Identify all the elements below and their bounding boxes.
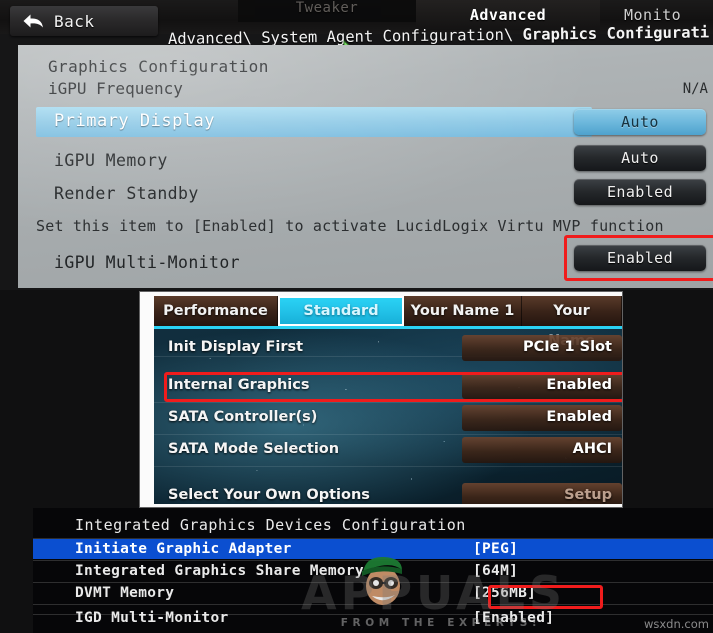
row-render-standby-label: Render Standby xyxy=(54,184,199,203)
row-igpu-memory-label: iGPU Memory xyxy=(54,151,168,170)
row-internal-graphics-label: Internal Graphics xyxy=(168,377,310,393)
row-sata-mode-selection[interactable]: SATA Mode Selection AHCI xyxy=(154,436,622,466)
row-sata-mode-selection-label: SATA Mode Selection xyxy=(168,441,340,457)
tab-tweaker[interactable]: Tweaker xyxy=(238,0,416,22)
row-select-your-own-options-label: Select Your Own Options xyxy=(168,487,370,503)
ami-bios-panel: Integrated Graphics Devices Configuratio… xyxy=(33,508,713,633)
row-initiate-graphic-adapter-value: [PEG] xyxy=(473,541,519,557)
gigabyte-uefi-panel: Tweaker Advanced Monito Back Advanced\ S… xyxy=(0,0,713,290)
row-primary-display-label: Primary Display xyxy=(54,111,216,131)
value-render-standby[interactable]: Enabled xyxy=(574,179,706,205)
row-primary-display[interactable]: Primary Display xyxy=(36,107,592,137)
row-init-display-first-label: Init Display First xyxy=(168,339,304,355)
tab-your-name-1[interactable]: Your Name 1 xyxy=(404,296,522,326)
row-init-display-first-value: PCIe 1 Slot xyxy=(523,339,612,355)
row-sata-controllers[interactable]: SATA Controller(s) Enabled xyxy=(154,404,622,434)
value-igpu-multi-monitor[interactable]: Enabled xyxy=(574,245,706,271)
row-init-display-first[interactable]: Init Display First PCIe 1 Slot xyxy=(154,334,622,364)
row-sata-controllers-value: Enabled xyxy=(546,409,612,425)
asus-profile-tabs: Performance Standard Your Name 1 Your Na… xyxy=(154,296,622,349)
watermark-brand: APPUALS xyxy=(301,566,567,620)
row-initiate-graphic-adapter-label: Initiate Graphic Adapter xyxy=(75,541,292,557)
asus-panel-inner: Performance Standard Your Name 1 Your Na… xyxy=(154,296,622,504)
breadcrumb-current: Graphics Configurati xyxy=(522,23,710,44)
back-button-label: Back xyxy=(54,11,95,31)
row-internal-graphics-value: Enabled xyxy=(546,377,612,393)
help-text: Set this item to [Enabled] to activate L… xyxy=(36,217,664,235)
asus-uefi-panel: Performance Standard Your Name 1 Your Na… xyxy=(140,292,622,507)
tab-performance[interactable]: Performance xyxy=(154,296,278,326)
watermark-site: wsxdn.com xyxy=(643,617,709,631)
row-divider xyxy=(154,466,622,467)
row-select-your-own-options[interactable]: Select Your Own Options Setup xyxy=(154,482,622,504)
uefi-settings-body: Graphics Configuration iGPU Frequency N/… xyxy=(18,45,713,288)
graphics-configuration-header: Graphics Configuration xyxy=(48,57,269,76)
igpu-frequency-value: N/A xyxy=(682,81,708,97)
row-divider xyxy=(154,402,622,403)
watermark-tagline: FROM THE EXPERTS! xyxy=(340,617,542,629)
row-igd-multi-monitor-label: IGD Multi-Monitor xyxy=(75,610,229,626)
row-sata-controllers-label: SATA Controller(s) xyxy=(168,409,318,425)
ami-header: Integrated Graphics Devices Configuratio… xyxy=(75,516,466,534)
row-select-your-own-options-value: Setup xyxy=(564,487,612,503)
tab-standard[interactable]: Standard xyxy=(278,296,404,326)
screenshot-root: Tweaker Advanced Monito Back Advanced\ S… xyxy=(0,0,713,633)
back-button[interactable]: Back xyxy=(10,6,158,36)
row-internal-graphics[interactable]: Internal Graphics Enabled xyxy=(154,372,622,402)
igpu-frequency-label: iGPU Frequency xyxy=(48,79,183,98)
tab-your-name[interactable]: Your Name xyxy=(522,296,622,349)
row-sata-mode-selection-value: AHCI xyxy=(572,441,612,457)
back-arrow-icon xyxy=(23,14,43,28)
tab-underline xyxy=(154,326,622,329)
value-igpu-memory[interactable]: Auto xyxy=(574,145,706,171)
value-primary-display[interactable]: Auto xyxy=(574,109,706,135)
row-divider xyxy=(154,434,622,435)
row-igpu-multi-monitor-label: iGPU Multi-Monitor xyxy=(54,253,241,272)
